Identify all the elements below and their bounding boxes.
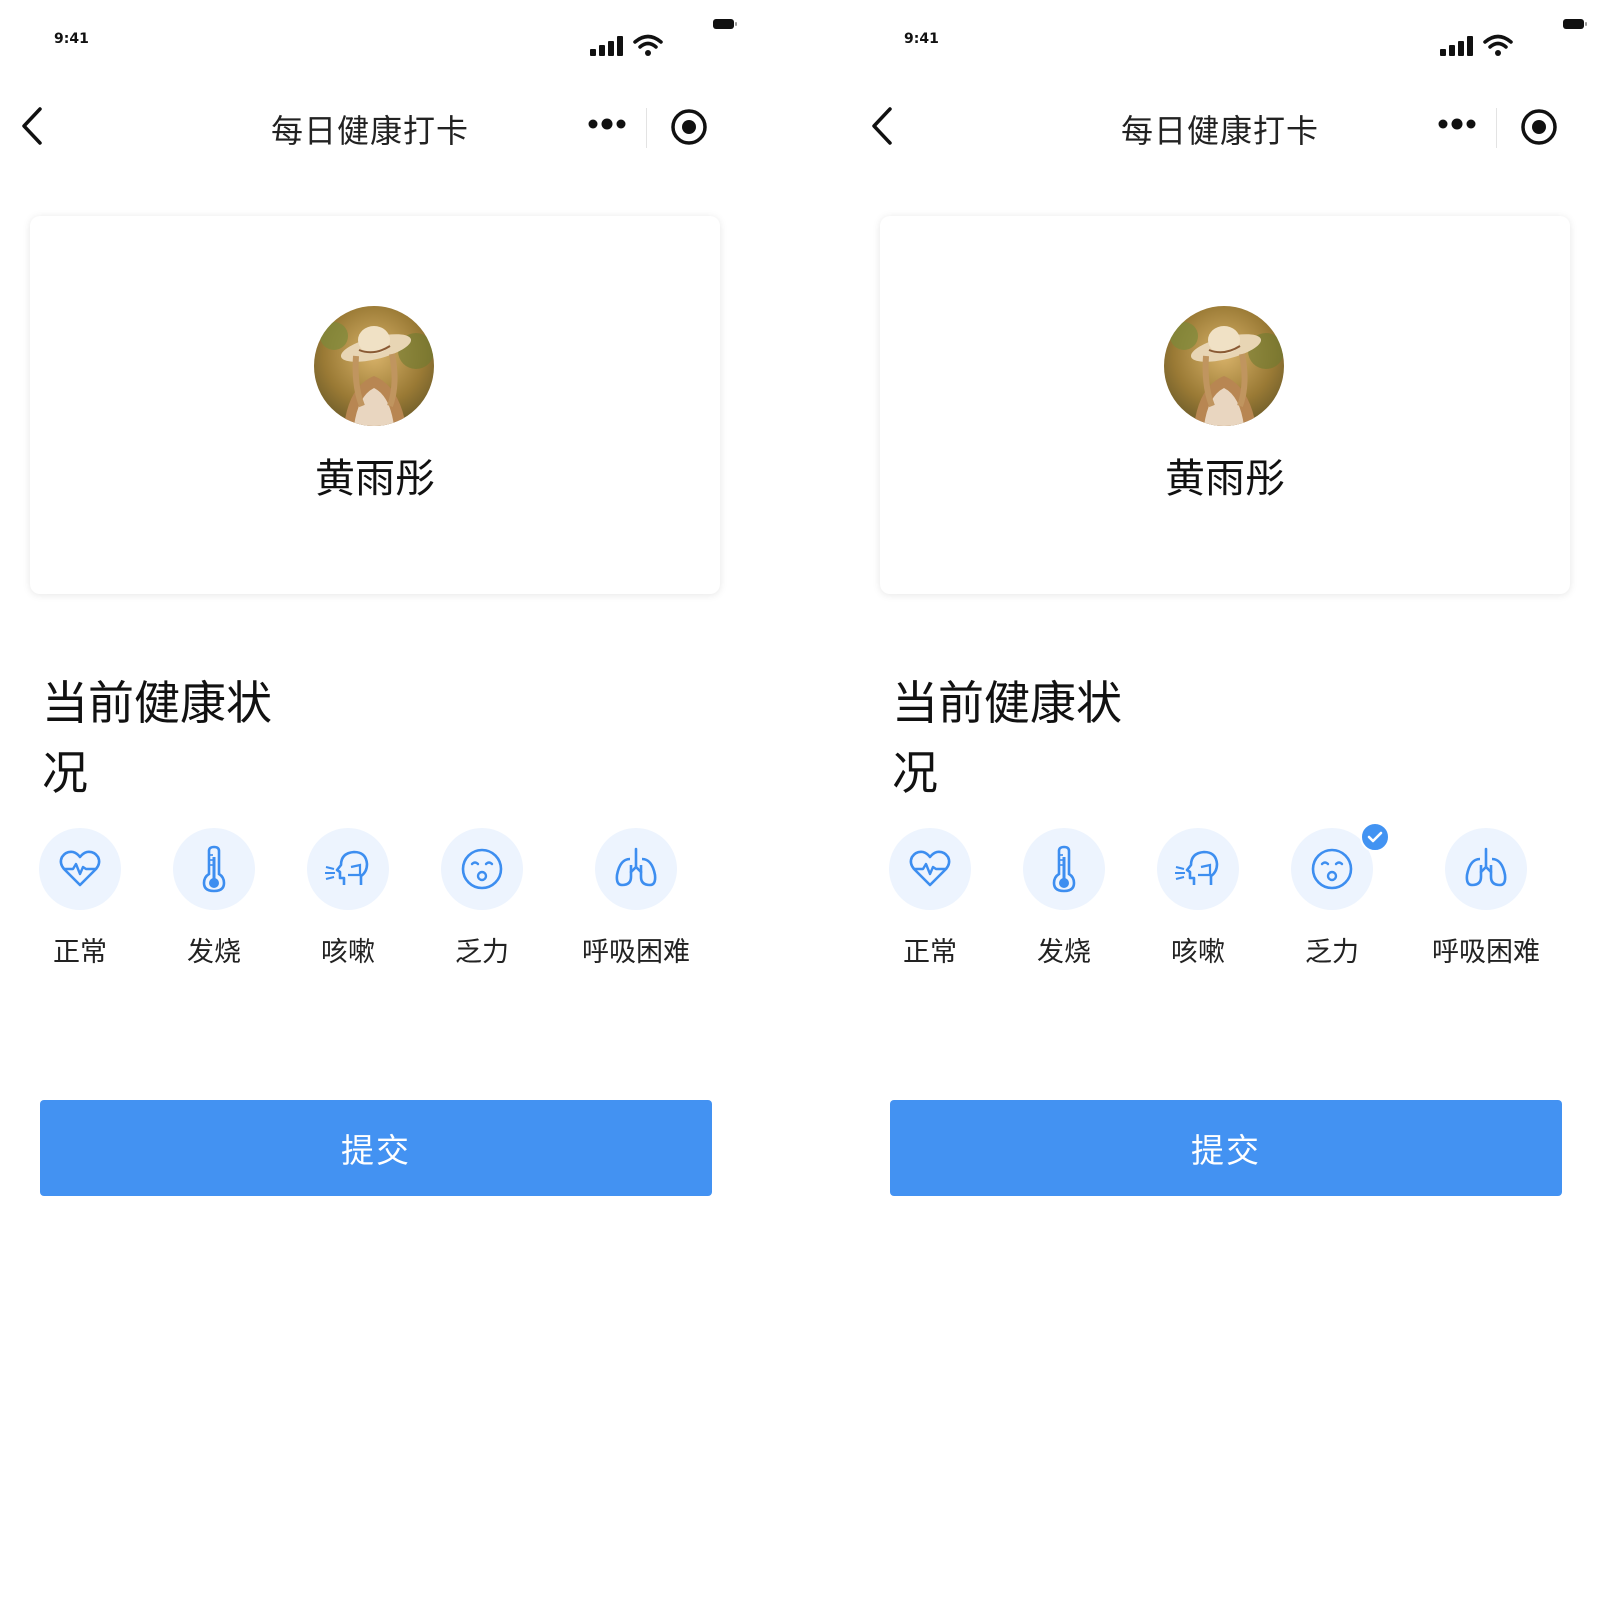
cough-icon — [1175, 850, 1219, 885]
thermometer-icon — [1052, 845, 1076, 893]
option-icon-bg — [441, 828, 523, 910]
profile-card: 黄雨彤 — [30, 216, 720, 594]
option-fatigue-selected[interactable]: 乏力 — [1262, 822, 1402, 978]
option-cough[interactable]: 咳嗽 — [1128, 828, 1268, 978]
option-breathing[interactable]: 呼吸困难 — [1416, 828, 1556, 978]
page-title: 每日健康打卡 — [270, 112, 469, 150]
lungs-icon — [615, 847, 657, 887]
option-label: 发烧 — [187, 937, 241, 968]
submit-button[interactable]: 提交 — [40, 1100, 712, 1196]
section-title: 当前健康状况 — [42, 676, 272, 800]
phone-screen-default: 9:41 每日健康打卡 黄雨彤 当前健康状况 正常 发烧 咳嗽 乏力 呼吸困难 … — [0, 0, 760, 1624]
cough-icon — [325, 850, 369, 885]
option-cough[interactable]: 咳嗽 — [278, 828, 418, 978]
health-options: 正常 发烧 咳嗽 乏力 呼吸困难 — [850, 822, 1600, 988]
more-options-icon[interactable] — [588, 118, 628, 130]
profile-card: 黄雨彤 — [880, 216, 1570, 594]
signal-icon — [1440, 36, 1473, 56]
option-breathing[interactable]: 呼吸困难 — [566, 828, 706, 978]
health-options: 正常 发烧 咳嗽 乏力 呼吸困难 — [0, 828, 760, 988]
option-icon-bg — [889, 828, 971, 910]
option-label: 发烧 — [1037, 937, 1091, 968]
nav-divider — [646, 108, 647, 148]
option-icon-bg — [307, 828, 389, 910]
option-icon-bg — [173, 828, 255, 910]
back-arrow-icon[interactable] — [868, 106, 896, 146]
option-label: 咳嗽 — [1171, 937, 1225, 968]
wifi-icon — [633, 34, 663, 56]
option-label: 呼吸困难 — [1432, 937, 1540, 968]
avatar — [1164, 306, 1284, 426]
record-target-icon[interactable] — [1520, 108, 1558, 146]
wifi-icon — [1483, 34, 1513, 56]
selected-check-badge — [1360, 822, 1390, 852]
heart-pulse-icon — [59, 850, 101, 887]
signal-icon — [590, 36, 623, 56]
option-normal[interactable]: 正常 — [10, 828, 150, 978]
nav-divider — [1496, 108, 1497, 148]
section-title: 当前健康状况 — [892, 676, 1122, 800]
tired-face-icon — [1311, 848, 1353, 890]
status-time: 9:41 — [904, 31, 939, 47]
option-icon-bg — [39, 828, 121, 910]
lungs-icon — [1465, 847, 1507, 887]
phone-screen-selected: 9:41 每日健康打卡 黄雨彤 当前健康状况 正常 发烧 咳嗽 乏力 呼吸困难 … — [850, 0, 1600, 1624]
option-icon-bg — [1023, 828, 1105, 910]
option-label: 正常 — [53, 937, 107, 968]
check-icon — [1367, 831, 1383, 843]
thermometer-icon — [202, 845, 226, 893]
option-icon-bg — [1445, 828, 1527, 910]
option-label: 乏力 — [1305, 937, 1359, 968]
option-icon-bg — [1157, 828, 1239, 910]
status-time: 9:41 — [54, 31, 89, 47]
user-name: 黄雨彤 — [1165, 456, 1285, 502]
option-fever[interactable]: 发烧 — [994, 828, 1134, 978]
battery-icon — [1563, 19, 1587, 29]
more-options-icon[interactable] — [1438, 118, 1478, 130]
page-title: 每日健康打卡 — [1120, 112, 1319, 150]
option-label: 乏力 — [455, 937, 509, 968]
option-label: 呼吸困难 — [582, 937, 690, 968]
option-fatigue[interactable]: 乏力 — [412, 828, 552, 978]
heart-pulse-icon — [909, 850, 951, 887]
option-normal[interactable]: 正常 — [860, 828, 1000, 978]
submit-button[interactable]: 提交 — [890, 1100, 1562, 1196]
avatar — [314, 306, 434, 426]
option-fever[interactable]: 发烧 — [144, 828, 284, 978]
option-icon-bg — [595, 828, 677, 910]
user-name: 黄雨彤 — [315, 456, 435, 502]
back-arrow-icon[interactable] — [18, 106, 46, 146]
battery-icon — [713, 19, 737, 29]
option-label: 正常 — [903, 937, 957, 968]
option-label: 咳嗽 — [321, 937, 375, 968]
tired-face-icon — [461, 848, 503, 890]
record-target-icon[interactable] — [670, 108, 708, 146]
